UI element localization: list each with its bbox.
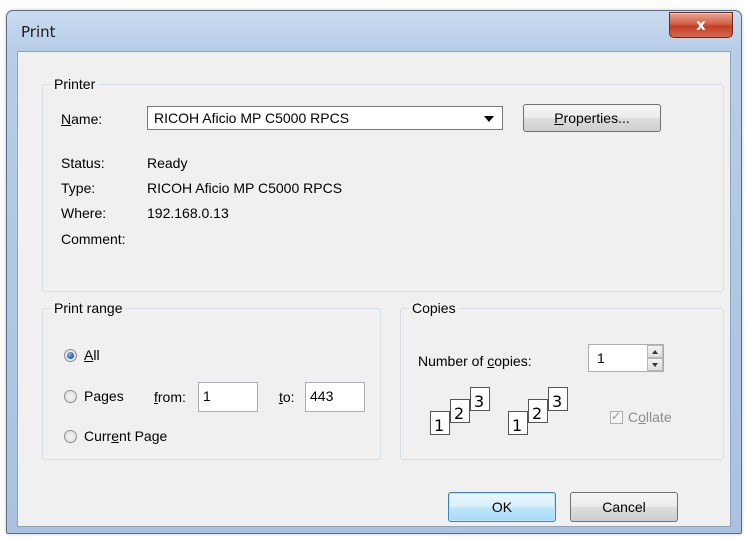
print-range-group-label: Print range — [51, 300, 126, 316]
from-page-input[interactable]: 1 — [198, 382, 258, 412]
collate-page-3: 3 — [548, 387, 568, 411]
printer-name-value: RICOH Aficio MP C5000 RPCS — [154, 110, 350, 126]
cancel-button-label: Cancel — [602, 499, 646, 515]
print-dialog: Print x Printer Name: RICOH Aficio MP C5… — [6, 10, 742, 534]
collate-page-2: 2 — [450, 399, 470, 423]
status-value: Ready — [147, 155, 188, 171]
properties-button[interactable]: Properties... — [523, 104, 661, 132]
current-page-radio[interactable] — [64, 430, 77, 443]
current-page-radio-label[interactable]: Current Page — [84, 428, 167, 444]
printer-name-combo[interactable]: RICOH Aficio MP C5000 RPCS — [147, 106, 503, 130]
ok-button-label: OK — [491, 499, 513, 515]
close-button[interactable]: x — [669, 12, 733, 38]
collate-page-1: 1 — [508, 411, 528, 435]
dialog-client-area: Printer Name: RICOH Aficio MP C5000 RPCS… — [17, 51, 731, 527]
all-radio-label[interactable]: All — [84, 347, 100, 363]
close-icon: x — [696, 16, 706, 34]
printer-group-label: Printer — [51, 76, 99, 92]
number-of-copies-label: Number of copies: — [418, 353, 532, 369]
collate-icon-set-2: 3 2 1 — [498, 387, 570, 445]
collate-label[interactable]: Collate — [628, 409, 672, 425]
collate-page-3: 3 — [470, 387, 490, 411]
from-label: from: — [154, 389, 186, 405]
where-label: Where: — [61, 205, 107, 221]
copies-input[interactable]: 1 — [588, 344, 664, 372]
chevron-down-icon — [484, 116, 494, 122]
collate-icon-set-1: 3 2 1 — [420, 387, 492, 445]
collate-page-1: 1 — [430, 411, 450, 435]
to-label: to: — [279, 389, 295, 405]
comment-label: Comment: — [61, 231, 126, 247]
window-title: Print — [21, 23, 56, 41]
status-label: Status: — [61, 155, 105, 171]
collate-page-2: 2 — [528, 399, 548, 423]
pages-radio-label[interactable]: Pages — [84, 388, 124, 404]
to-page-value: 443 — [310, 388, 334, 404]
copies-value: 1 — [597, 350, 605, 366]
name-label: Name: — [61, 111, 103, 127]
cancel-button[interactable]: Cancel — [570, 492, 678, 522]
to-page-input[interactable]: 443 — [305, 382, 365, 412]
pages-radio[interactable] — [64, 390, 77, 403]
properties-button-label: Properties... — [554, 110, 630, 126]
type-label: Type: — [61, 180, 96, 196]
type-value: RICOH Aficio MP C5000 RPCS — [147, 180, 343, 196]
where-value: 192.168.0.13 — [147, 205, 229, 221]
copies-group-label: Copies — [409, 300, 459, 316]
ok-button[interactable]: OK — [448, 492, 556, 522]
from-page-value: 1 — [203, 388, 211, 404]
all-radio[interactable] — [64, 349, 77, 362]
collate-checkbox[interactable] — [610, 409, 623, 424]
copies-spin-down-icon[interactable] — [647, 358, 663, 371]
title-bar[interactable]: Print x — [7, 11, 741, 51]
copies-spin-up-icon[interactable] — [647, 345, 663, 358]
